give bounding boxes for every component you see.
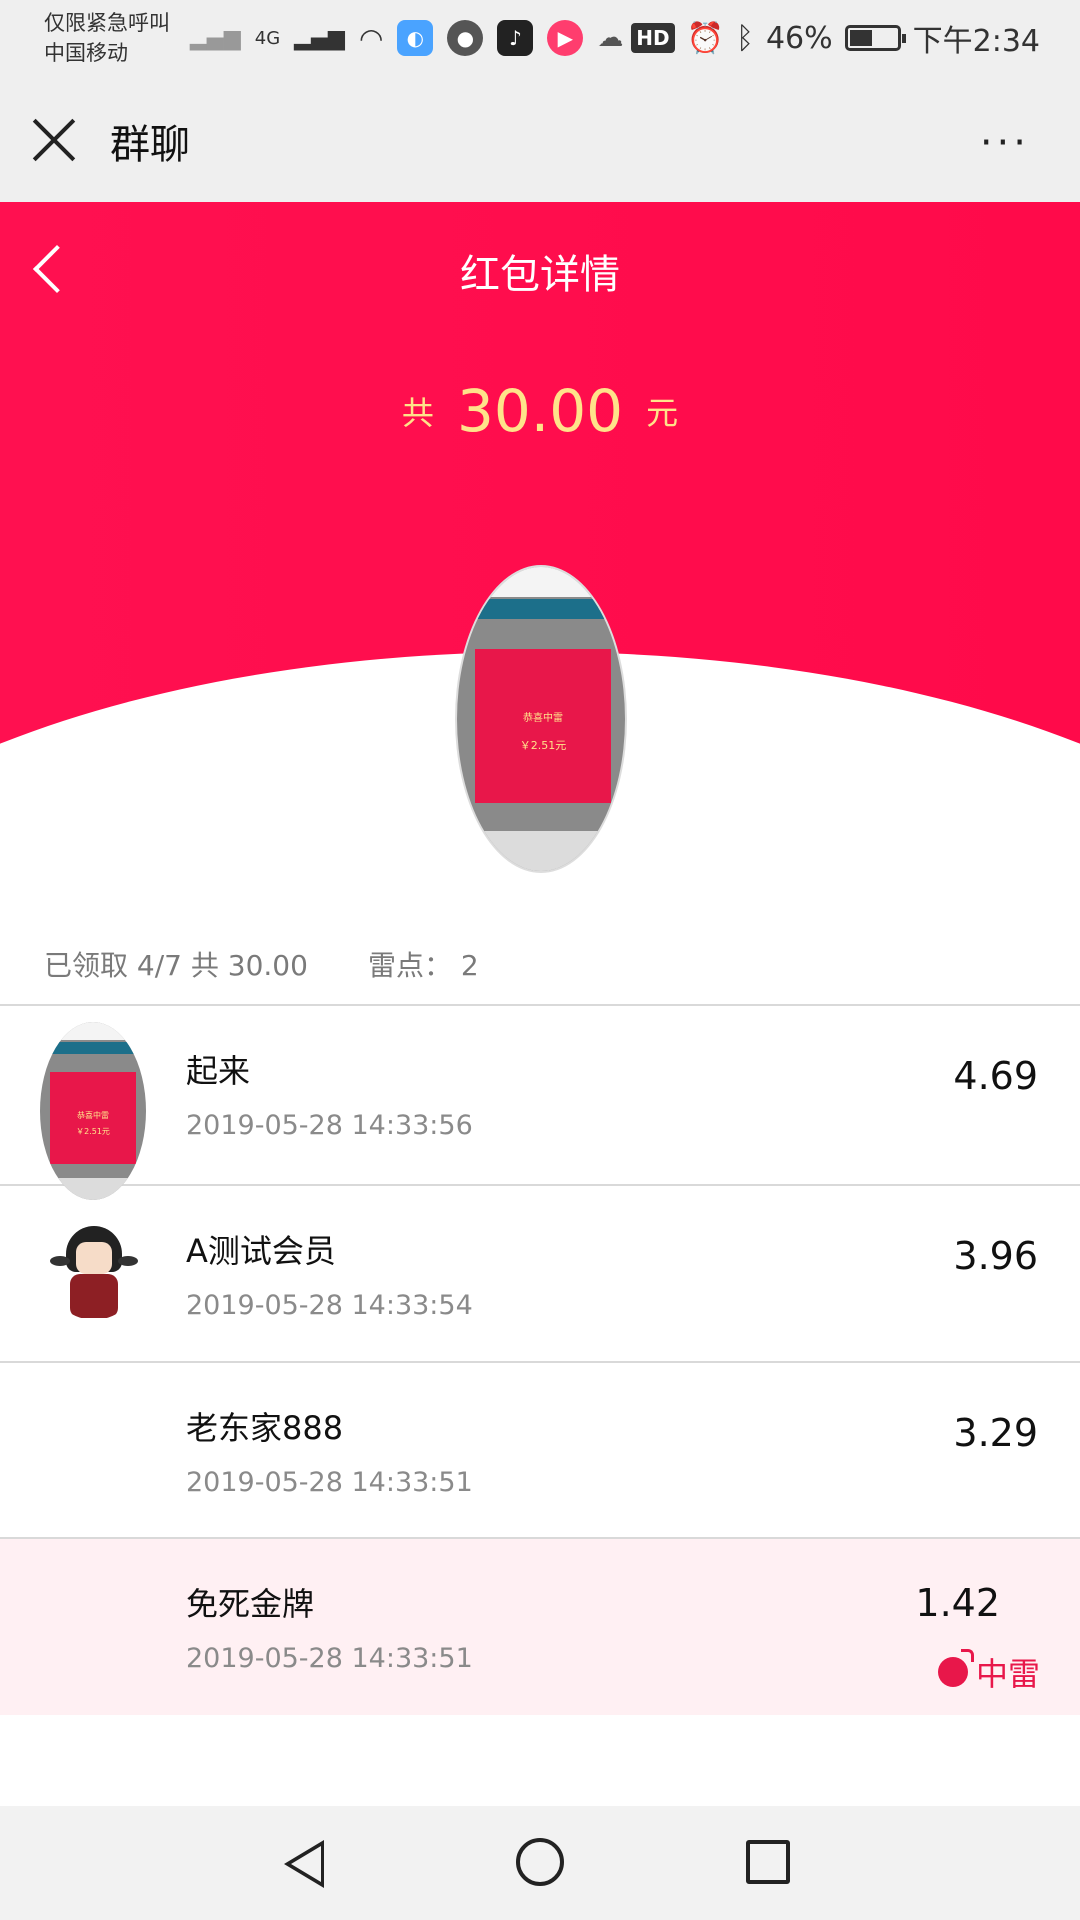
record-name: A测试会员 xyxy=(186,1232,336,1270)
more-options-icon[interactable]: ··· xyxy=(980,120,1030,166)
signal-icon: ▂▄▆ xyxy=(190,25,241,51)
battery-percent: 46% xyxy=(765,20,833,56)
clock: 下午2:34 xyxy=(912,24,1040,59)
carrier-line-1: 仅限紧急呼叫 xyxy=(44,11,170,35)
carrier-line-2: 中国移动 xyxy=(44,41,128,65)
record-time: 2019-05-28 14:33:51 xyxy=(186,1643,473,1674)
status-bar: 仅限紧急呼叫 中国移动 ▂▄▆ 4G ▂▄▆ ◠ ◐ ● ♪ ▶ ☁ ··· H… xyxy=(0,0,1080,80)
record-time: 2019-05-28 14:33:51 xyxy=(186,1467,473,1498)
mine-hit-label: 中雷 xyxy=(975,1655,1040,1693)
summary-line: 已领取 4/7 共 30.00 雷点： 2 xyxy=(44,944,479,984)
record-name: 起来 xyxy=(186,1052,251,1090)
total-amount: 共 30.00 元 xyxy=(0,377,1080,445)
received-summary: 已领取 4/7 共 30.00 xyxy=(44,949,308,982)
total-suffix: 元 xyxy=(646,394,679,432)
avatar-text-2: ￥2.51元 xyxy=(519,739,567,752)
tiktok-icon: ♪ xyxy=(497,20,534,56)
list-item[interactable]: 免死金牌 2019-05-28 14:33:51 1.42 中雷 xyxy=(0,1539,1080,1715)
list-item[interactable]: 老东家888 2019-05-28 14:33:51 3.29 xyxy=(0,1363,1080,1539)
alarm-icon: ⏰ xyxy=(686,20,724,56)
carrier-info: 仅限紧急呼叫 中国移动 xyxy=(44,8,170,68)
video-app-icon: ▶ xyxy=(547,20,584,56)
battery-icon xyxy=(844,25,906,51)
signal-icon-2: ▂▄▆ xyxy=(294,25,345,51)
record-amount: 3.96 xyxy=(953,1234,1038,1278)
notification-icons: ▂▄▆ 4G ▂▄▆ ◠ ◐ ● ♪ ▶ ☁ ··· xyxy=(190,16,660,60)
record-amount: 1.42 xyxy=(915,1581,1000,1625)
avatar-text-1: 恭喜中雷 xyxy=(77,1111,109,1120)
browser-app-icon: ◐ xyxy=(397,20,434,56)
close-icon[interactable] xyxy=(30,116,78,164)
list-item[interactable]: 恭喜中雷 ￥2.51元 起来 2019-05-28 14:33:56 4.69 xyxy=(0,1006,1080,1200)
bluetooth-icon: ᛒ xyxy=(735,20,754,56)
back-triangle-icon[interactable] xyxy=(284,1840,324,1888)
hd-badge: HD xyxy=(631,23,675,53)
record-amount: 3.29 xyxy=(953,1411,1038,1455)
avatar xyxy=(46,1216,142,1320)
mine-point: 雷点： 2 xyxy=(367,949,479,982)
red-packet-title: 红包详情 xyxy=(460,252,620,298)
avatar-text-1: 恭喜中雷 xyxy=(523,713,563,724)
page-title: 群聊 xyxy=(110,122,190,168)
recent-apps-icon[interactable] xyxy=(746,1840,790,1884)
sender-avatar[interactable]: 恭喜中雷 ￥2.51元 xyxy=(455,565,627,873)
home-circle-icon[interactable] xyxy=(516,1838,564,1886)
status-right: HD ⏰ ᛒ 46% 下午2:34 xyxy=(631,16,1040,60)
chat-bubble-icon: ● xyxy=(447,20,484,56)
top-navbar: 群聊 ··· xyxy=(0,80,1080,202)
avatar: 恭喜中雷 ￥2.51元 xyxy=(40,1022,146,1200)
record-amount: 4.69 xyxy=(953,1054,1038,1098)
avatar-text-2: ￥2.51元 xyxy=(76,1127,110,1136)
record-name: 免死金牌 xyxy=(186,1585,315,1623)
record-time: 2019-05-28 14:33:54 xyxy=(186,1290,473,1321)
list-item[interactable]: A测试会员 2019-05-28 14:33:54 3.96 xyxy=(0,1186,1080,1362)
record-name: 老东家888 xyxy=(186,1409,344,1447)
system-nav-bar xyxy=(0,1806,1080,1920)
record-time: 2019-05-28 14:33:56 xyxy=(186,1110,473,1141)
mine-hit-tag: 中雷 xyxy=(937,1649,1040,1695)
bomb-icon xyxy=(937,1649,974,1687)
total-amount-value: 30.00 xyxy=(456,377,624,445)
total-prefix: 共 xyxy=(401,394,434,432)
cloud-alert-icon: ☁ xyxy=(597,23,624,53)
network-type: 4G xyxy=(254,27,281,49)
wifi-icon: ◠ xyxy=(358,21,384,55)
avatar-red-card: 恭喜中雷 ￥2.51元 xyxy=(475,649,611,803)
